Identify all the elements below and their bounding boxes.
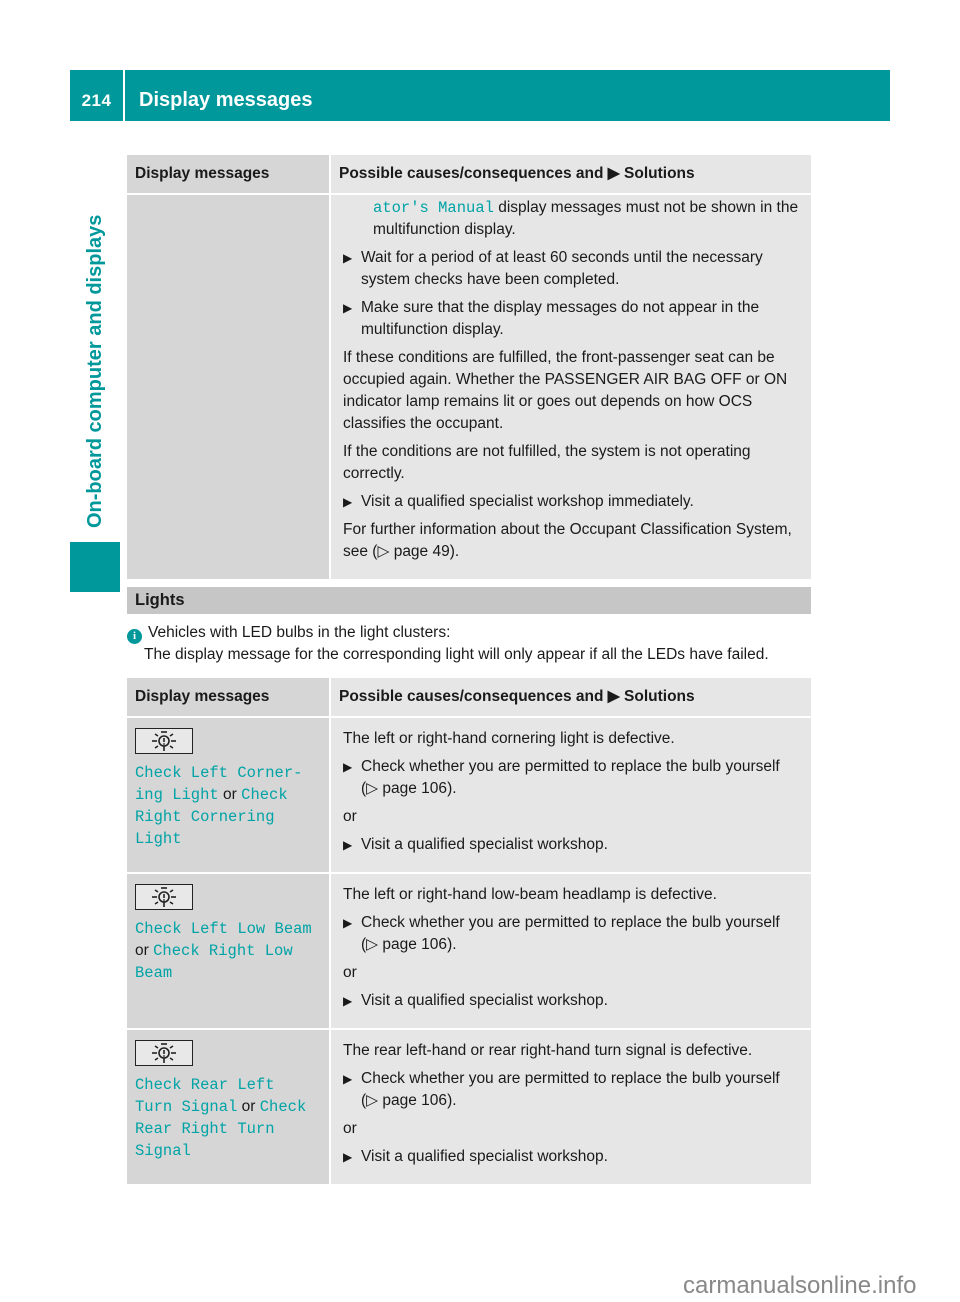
table-row: Check Left Low Beam or Check Right Low B… [127, 873, 811, 1030]
header-display-messages: Display messages [127, 155, 331, 195]
instruction-step: ▶ Check whether you are permitted to repl… [343, 758, 780, 797]
display-messages-table-continued: Display messages Possible causes/consequ… [127, 155, 811, 579]
step-arrow-icon: ▶ [343, 838, 353, 852]
instruction-step: ▶ Visit a qualified specialist workshop. [343, 834, 803, 856]
instruction-step: ▶ Check whether you are permitted to repl… [343, 1070, 780, 1109]
table-header-row: Display messages Possible causes/consequ… [127, 155, 811, 195]
info-text: The display message for the correspondin… [144, 646, 769, 663]
header-solutions-label: Solutions [624, 165, 695, 182]
step-arrow-icon: ▶ [343, 251, 353, 265]
or-label: or [343, 808, 357, 825]
message-cell: Check Left Low Beam or Check Right Low B… [127, 873, 331, 1030]
solution-arrow-icon: ▶ [607, 165, 620, 182]
cause-text: The rear left-hand or rear right-hand tu… [343, 1042, 753, 1059]
step-text: Visit a qualified specialist workshop. [361, 992, 608, 1009]
message-cell: Check Left Corner‐ing Light or Check Rig… [127, 717, 331, 874]
table-row: Check Rear Left Turn Signal or Check Rea… [127, 1029, 811, 1184]
page-header: 214 Display messages [70, 70, 890, 121]
message-cell: Check Rear Left Turn Signal or Check Rea… [127, 1029, 331, 1184]
step-text: Check whether you are permitted to repla… [361, 1070, 780, 1087]
chapter-side-label: On-board computer and displays [84, 214, 106, 528]
header-display-messages: Display messages [127, 678, 331, 718]
cause-text: The left or right-hand low-beam headlamp… [343, 886, 717, 903]
page-reference-link[interactable]: ▷ page 106 [366, 1092, 447, 1109]
step-arrow-icon: ▶ [343, 916, 353, 930]
header-causes-solutions: Possible causes/consequences and ▶ Solut… [330, 155, 811, 195]
page-reference-link[interactable]: ▷ page 49 [377, 543, 449, 560]
paragraph: For further information about the Occupa… [343, 519, 803, 563]
header-causes-label: Possible causes/consequences and [339, 165, 604, 182]
info-note: i Vehicles with LED bulbs in the light cl… [127, 622, 827, 666]
step-arrow-icon: ▶ [343, 994, 353, 1008]
solution-cell: ator's Manual display messages must not … [330, 194, 811, 579]
step-text: Visit a qualified specialist workshop im… [361, 493, 694, 510]
bulb-warning-icon [135, 728, 193, 754]
or-label: or [241, 1098, 256, 1115]
watermark: carmanualsonline.info [683, 1272, 917, 1299]
info-icon: i [127, 629, 142, 644]
page-number: 214 [70, 70, 125, 121]
chapter-marker [70, 542, 120, 592]
step-text: Visit a qualified specialist workshop. [361, 1148, 608, 1165]
header-solutions-label: Solutions [624, 688, 695, 705]
bulb-warning-icon [135, 1040, 193, 1066]
section-heading-lights: Lights [127, 587, 811, 614]
page-reference-link[interactable]: ▷ page 106 [366, 780, 447, 797]
solution-cell: The rear left-hand or rear right-hand tu… [330, 1029, 811, 1184]
lights-messages-table: Display messages Possible causes/consequ… [127, 678, 811, 1184]
paragraph-text: ). [449, 543, 460, 560]
instruction-step: ▶ Make sure that the display messages do … [343, 297, 803, 341]
display-message-code: Check Right Low Beam [135, 942, 293, 982]
solution-cell: The left or right-hand low-beam headlamp… [330, 873, 811, 1030]
table-row: Check Left Corner‐ing Light or Check Rig… [127, 717, 811, 874]
page-title: Display messages [139, 89, 313, 111]
solution-arrow-icon: ▶ [607, 688, 620, 705]
message-cell-empty [127, 194, 331, 579]
continued-text: ator's Manual display messages must not … [343, 197, 803, 241]
header-causes-label: Possible causes/consequences and [339, 688, 604, 705]
table-header-row: Display messages Possible causes/consequ… [127, 678, 811, 718]
or-label: or [223, 786, 237, 803]
paragraph: If these conditions are fulfilled, the f… [343, 349, 788, 432]
cause-text: The left or right-hand cornering light i… [343, 730, 675, 747]
step-text: Check whether you are permitted to repla… [361, 914, 780, 931]
step-text: Wait for a period of at least 60 seconds… [361, 249, 763, 288]
step-text: Check whether you are permitted to repla… [361, 758, 780, 775]
instruction-step: ▶ Check whether you are permitted to repl… [343, 914, 780, 953]
step-arrow-icon: ▶ [343, 495, 353, 509]
solution-cell: The left or right-hand cornering light i… [330, 717, 811, 874]
instruction-step: ▶ Wait for a period of at least 60 second… [343, 247, 803, 291]
bulb-warning-icon [135, 884, 193, 910]
step-arrow-icon: ▶ [343, 760, 353, 774]
instruction-step: ▶ Visit a qualified specialist workshop i… [343, 491, 803, 513]
step-arrow-icon: ▶ [343, 1150, 353, 1164]
or-label: or [343, 1120, 357, 1137]
display-message-code: ator's Manual [373, 199, 494, 217]
step-arrow-icon: ▶ [343, 1072, 353, 1086]
header-causes-solutions: Possible causes/consequences and ▶ Solut… [330, 678, 811, 718]
page-reference-link[interactable]: ▷ page 106 [366, 936, 447, 953]
or-label: or [135, 942, 149, 959]
table-row: ator's Manual display messages must not … [127, 194, 811, 579]
step-arrow-icon: ▶ [343, 301, 353, 315]
instruction-step: ▶ Visit a qualified specialist workshop. [343, 990, 803, 1012]
step-text: Make sure that the display messages do n… [361, 299, 760, 338]
step-text: Visit a qualified specialist workshop. [361, 836, 608, 853]
display-message-code: Check Left Low Beam [135, 920, 312, 938]
or-label: or [343, 964, 357, 981]
instruction-step: ▶ Visit a qualified specialist workshop. [343, 1146, 803, 1168]
paragraph: If the conditions are not fulfilled, the… [343, 443, 751, 482]
info-text: Vehicles with LED bulbs in the light clu… [148, 624, 451, 641]
